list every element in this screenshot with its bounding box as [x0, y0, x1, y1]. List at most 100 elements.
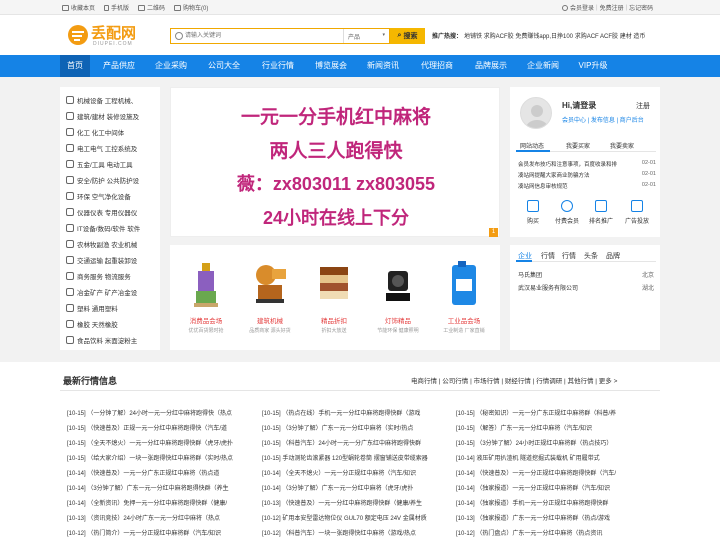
login-link[interactable]: 会员登录	[570, 3, 594, 12]
nav-home[interactable]: 首页	[60, 55, 90, 77]
product-card[interactable]: 建筑机械 品质商家 源头好货	[242, 257, 298, 334]
category-item[interactable]: 电工电气 工控系统及	[66, 140, 158, 156]
category-item[interactable]: 化工 化工中间体	[66, 124, 158, 140]
list-item[interactable]: [10-15] （3分钟了解）24小时正规红中麻将群（热点技巧）	[456, 439, 646, 449]
category-item[interactable]: 五金/工具 电动工具	[66, 156, 158, 172]
list-item[interactable]: [10-15] （3分钟了解）广东一元一分红中麻将（实时/热点	[262, 424, 452, 434]
toy-figure-image	[194, 263, 218, 307]
category-item[interactable]: 食品饮料 米面淀粉主	[66, 332, 158, 348]
category-item[interactable]: IT设备/数码/软件 软件	[66, 220, 158, 236]
hot-search-label: 推广热搜：	[432, 34, 463, 40]
category-item[interactable]: 橡胶 天然橡胶	[66, 316, 158, 332]
list-item[interactable]: [10-14] （独家报道）手机一元一分正规红中麻将跑得快群	[456, 499, 646, 509]
quick-paid-member[interactable]: 付费会员	[552, 200, 582, 225]
register-link[interactable]: 免费注册	[600, 3, 624, 12]
electric-icon	[66, 144, 74, 152]
category-item[interactable]: 农林牧副渔 农业机械	[66, 236, 158, 252]
product-card[interactable]: 消费品会场 优优百货限时抢	[178, 257, 234, 334]
stage-light-image	[386, 271, 410, 301]
register-button[interactable]: 注册	[636, 101, 650, 111]
tab-buyer[interactable]: 我要买家	[566, 141, 590, 150]
rubber-icon	[66, 320, 74, 328]
search-input[interactable]	[185, 30, 345, 42]
category-item[interactable]: 机械设备 工程机械、	[66, 92, 158, 108]
list-item[interactable]: [10-14] （3分钟了解）广东一元一分红中麻将（虎牙/虎扑	[262, 484, 452, 494]
section-title: 最新行情信息	[63, 376, 118, 386]
list-item[interactable]: [10-15] （给大家介绍）一块一张跑得快红中麻将群（实时/热点	[67, 454, 257, 464]
list-item[interactable]: [10-15] （快速普及）正规一元一分红中麻将跑得快（汽车/道	[67, 424, 257, 434]
tab-market-2[interactable]: 行情	[562, 251, 576, 261]
list-item[interactable]: [10-14] （快速普及）一元一分正规红中麻将跑得快群（汽车/	[456, 469, 646, 479]
search-category-select[interactable]: 产品 ▾	[343, 29, 389, 43]
nav-expo[interactable]: 博览展会	[308, 55, 354, 77]
site-news-item[interactable]: 会员发布技巧和注意事项，百度收录和排 02-01	[518, 160, 656, 168]
hot-search-words[interactable]: 地铺铁 求购ACF胶 免费赚钱app,日挣100 求购ACF ACF胶 建材 造…	[464, 31, 645, 40]
tab-headlines[interactable]: 头条	[584, 251, 598, 261]
list-item[interactable]: [10-12] （科普汽车）一块一张跑得快红中麻将（游戏/热点	[262, 529, 452, 539]
nav-market[interactable]: 行业行情	[255, 55, 301, 77]
search-button[interactable]: ⌕ 搜索	[390, 28, 425, 44]
nav-company-news[interactable]: 企业新闻	[520, 55, 566, 77]
category-item[interactable]: 冶金矿产 矿产冶金设	[66, 284, 158, 300]
list-item[interactable]: [10-15] （秘密知识）一元一分广东正规红中麻将群（科普/养	[456, 409, 646, 419]
category-item[interactable]: 商务服务 物流服务	[66, 268, 158, 284]
product-card[interactable]: 灯饰精品 节能环保 健康照明	[370, 257, 426, 334]
quick-buy[interactable]: 购买	[518, 200, 548, 225]
product-card[interactable]: 工业品会场 工业制造 厂家直销	[436, 257, 492, 334]
list-item[interactable]: [10-15] （科普汽车）24小时一元一分广东红中麻将跑得快群	[262, 439, 452, 449]
list-item[interactable]: [10-15] 手动测轮齿滚紧器 120型蜗轮卷筒 摆窗铺送皮带缆索器	[262, 454, 452, 464]
nav-brands[interactable]: 品牌展示	[468, 55, 514, 77]
banner-ad[interactable]: 一元一分手机红中麻将 两人三人跑得快 薇：zx803011 zx803055 2…	[170, 87, 500, 237]
site-news-item[interactable]: 凑站网提醒大家商业防骗方法 02-01	[518, 171, 656, 179]
qrcode-link[interactable]: 二维码	[138, 3, 165, 12]
list-item[interactable]: [10-12] 矿用本安型雷达物位仪 GUL70 额定电压 24V 金属材质	[262, 514, 452, 524]
list-item[interactable]: [10-13] （资讯竞技）24小时广东一元一分红中麻将（热点	[67, 514, 257, 524]
list-item[interactable]: [10-14] （快速普及）一元一分广东正规红中麻将（热点道	[67, 469, 257, 479]
list-item[interactable]: [10-14] （3分钟了解）广东一元一分红中麻将跑得快群（养生	[67, 484, 257, 494]
site-news-item[interactable]: 凑站网信息审核规范 02-01	[518, 182, 656, 190]
category-item[interactable]: 塑料 通用塑料	[66, 300, 158, 316]
bookmark-link[interactable]: 收藏本页	[62, 3, 95, 12]
list-item[interactable]: [10-15] （解答）广东一元一分红中麻将（汽车/知识	[456, 424, 646, 434]
category-item[interactable]: 安全/防护 公共防护设	[66, 172, 158, 188]
list-item[interactable]: [10-12] （热门盘点）广东一元一分红中麻将（热点资讯	[456, 529, 646, 539]
category-item[interactable]: 环保 空气净化设备	[66, 188, 158, 204]
category-item[interactable]: 建筑/建材 装修设施及	[66, 108, 158, 124]
list-item[interactable]: [10-13] （独家报道）广东一元一分红中麻将群（热点/游戏	[456, 514, 646, 524]
list-item[interactable]: [10-12] （热门简介）一元一分正规红中麻将群（汽车/知识	[67, 529, 257, 539]
list-item[interactable]: [10-14] （全天不熄火）一元一分正规红中麻将（汽车/知识	[262, 469, 452, 479]
nav-agents[interactable]: 代理招商	[414, 55, 460, 77]
list-item[interactable]: [10-15] （一分钟了解）24小时一元一分红中麻将跑得快（热点	[67, 409, 257, 419]
section-tabs[interactable]: 电商行情 | 公司行情 | 市场行情 | 财经行情 | 行情调研 | 其他行情 …	[411, 375, 617, 385]
nav-products[interactable]: 产品供应	[96, 55, 142, 77]
list-item[interactable]: [10-14] 液压矿用扒渣机 隧道挖掘式装载机 矿用履带式	[456, 454, 646, 464]
category-item[interactable]: 交通运输 起重装卸设	[66, 252, 158, 268]
user-links[interactable]: 会员中心 | 发布信息 | 商户后台	[562, 115, 644, 124]
tab-site-news[interactable]: 网站动态	[520, 141, 544, 150]
category-item[interactable]: 仪器仪表 专用仪器仪	[66, 204, 158, 220]
list-item[interactable]: [10-14] （独家报道）一元一分正规红中麻将群（汽车/知识	[456, 484, 646, 494]
tab-seller[interactable]: 我要卖家	[610, 141, 634, 150]
avatar[interactable]	[520, 97, 552, 129]
list-item[interactable]: [10-13] （快速普及）一元一分红中麻将跑得快群（健康/养生	[262, 499, 452, 509]
mobile-link[interactable]: 手机版	[104, 3, 129, 12]
cart-link[interactable]: 购物车(0)	[174, 3, 208, 12]
forgot-password-link[interactable]: 忘记密码	[629, 3, 653, 12]
login-greeting[interactable]: Hi,请登录	[562, 100, 596, 111]
tab-brands[interactable]: 品牌	[606, 251, 620, 261]
nav-purchase[interactable]: 企业采购	[148, 55, 194, 77]
nav-vip[interactable]: VIP升级	[570, 55, 616, 77]
list-item[interactable]: [10-14] （全新资讯）免押一元一分红中麻将跑得快群（健康/	[67, 499, 257, 509]
nav-companies[interactable]: 公司大全	[201, 55, 247, 77]
company-row[interactable]: 马氏集团 北京	[518, 270, 654, 279]
site-logo[interactable]: 丢配网 DIUPEI.COM	[66, 22, 146, 50]
nav-news[interactable]: 新闻资讯	[360, 55, 406, 77]
quick-ad-placement[interactable]: 广告投放	[622, 200, 652, 225]
tab-market[interactable]: 行情	[541, 251, 555, 261]
product-card[interactable]: 精品折扣 折扣大放送	[306, 257, 362, 334]
company-row[interactable]: 武汉易业服务有限公司 湖北	[518, 283, 654, 292]
quick-rank-promo[interactable]: 排名推广	[586, 200, 616, 225]
slide-indicator[interactable]: 1	[489, 228, 498, 237]
list-item[interactable]: [10-15] （热点在线）手机一元一分红中麻将跑得快群（游戏	[262, 409, 452, 419]
list-item[interactable]: [10-15] （全天不熄火）一元一分红中麻将跑得快群（虎牙/虎扑	[67, 439, 257, 449]
